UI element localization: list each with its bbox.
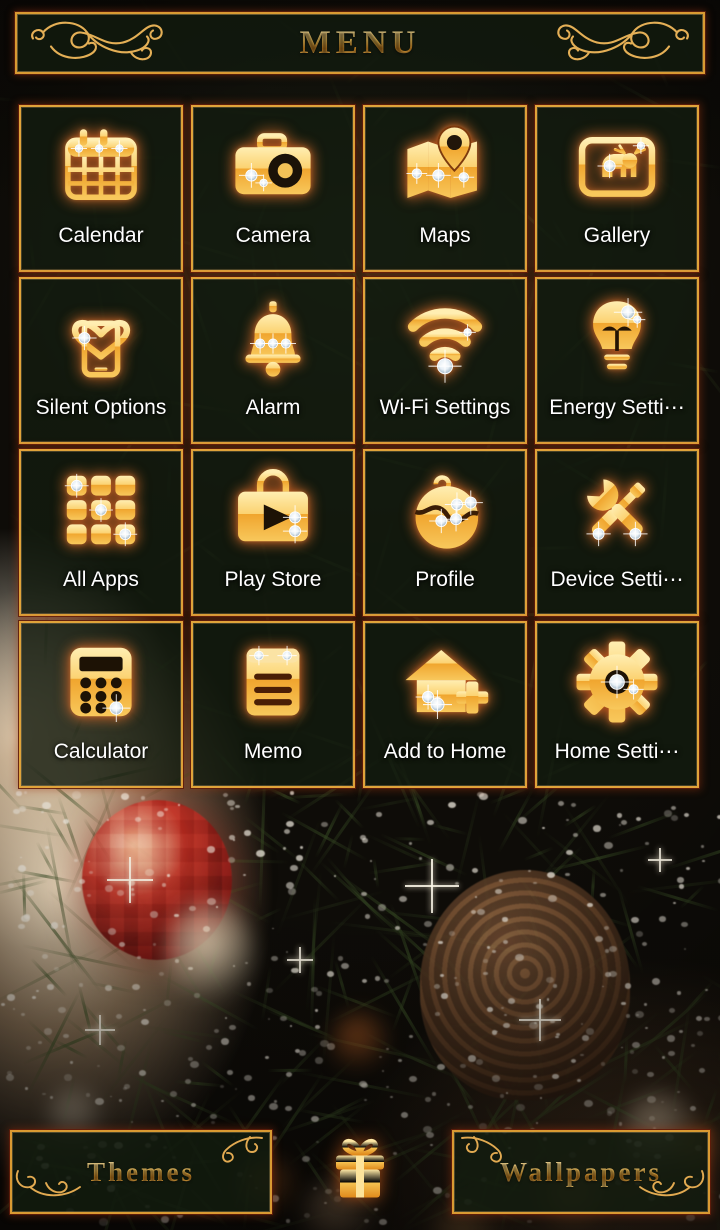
header-right-flourish-icon <box>543 17 693 70</box>
app-tile[interactable]: Play Store <box>191 449 355 616</box>
app-tile-label: Memo <box>243 740 303 763</box>
app-tile-label: Camera <box>235 224 311 247</box>
header-left-flourish-icon <box>27 17 177 70</box>
wallpapers-corner-flourish-icon-2 <box>628 1163 706 1210</box>
play-store-bag-icon <box>193 451 353 569</box>
app-tile[interactable]: Energy Setti⋯ <box>535 277 699 444</box>
wallpapers-corner-flourish-icon <box>458 1134 520 1179</box>
app-tile-label: Profile <box>415 568 475 591</box>
app-tile-label: Gallery <box>583 224 651 247</box>
app-tile[interactable]: Calculator <box>19 621 183 788</box>
app-grid: Calendar Camera Maps Gallery Silent Opti… <box>19 105 701 788</box>
app-tile-label: Energy Setti⋯ <box>549 396 685 419</box>
memo-icon <box>193 623 353 741</box>
app-tile-label: Calculator <box>53 740 149 763</box>
app-tile-label: Alarm <box>245 396 301 419</box>
gallery-reindeer-icon <box>537 107 697 225</box>
app-tile-label: Calendar <box>58 224 144 247</box>
calendar-icon <box>21 107 181 225</box>
app-grid-icon <box>21 451 181 569</box>
app-tile-label: Silent Options <box>35 396 167 419</box>
app-tile[interactable]: Memo <box>191 621 355 788</box>
menu-header-bar: MENU <box>15 12 705 74</box>
themes-button-label: Themes <box>87 1156 195 1187</box>
app-tile-label: Add to Home <box>383 740 507 763</box>
bottom-bar: Themes Wallpapers <box>0 1112 720 1230</box>
app-tile-label: All Apps <box>63 568 139 591</box>
app-tile[interactable]: All Apps <box>19 449 183 616</box>
wifi-icon <box>365 279 525 397</box>
themes-corner-flourish-icon <box>204 1134 266 1179</box>
app-tile-label: Maps <box>419 224 471 247</box>
lightbulb-icon <box>537 279 697 397</box>
tools-icon <box>537 451 697 569</box>
app-tile[interactable]: Alarm <box>191 277 355 444</box>
calculator-icon <box>21 623 181 741</box>
app-tile[interactable]: Camera <box>191 105 355 272</box>
app-tile[interactable]: Profile <box>363 449 527 616</box>
wallpapers-button[interactable]: Wallpapers <box>452 1130 710 1214</box>
gift-box-icon[interactable] <box>328 1135 392 1208</box>
camera-icon <box>193 107 353 225</box>
app-tile-label: Wi-Fi Settings <box>379 396 511 419</box>
bell-icon <box>193 279 353 397</box>
app-tile[interactable]: Calendar <box>19 105 183 272</box>
phone-heart-icon <box>21 279 181 397</box>
app-tile-label: Device Setti⋯ <box>550 568 684 591</box>
gear-icon <box>537 623 697 741</box>
app-tile[interactable]: Silent Options <box>19 277 183 444</box>
ornament-ball-icon <box>365 451 525 569</box>
page-title: MENU <box>299 24 421 61</box>
house-plus-icon <box>365 623 525 741</box>
app-tile[interactable]: Device Setti⋯ <box>535 449 699 616</box>
app-tile-label: Home Setti⋯ <box>554 740 680 763</box>
themes-corner-flourish-icon-2 <box>14 1163 92 1210</box>
themes-button[interactable]: Themes <box>10 1130 272 1214</box>
app-tile[interactable]: Wi-Fi Settings <box>363 277 527 444</box>
app-tile[interactable]: Maps <box>363 105 527 272</box>
app-tile[interactable]: Add to Home <box>363 621 527 788</box>
app-tile[interactable]: Home Setti⋯ <box>535 621 699 788</box>
app-tile-label: Play Store <box>224 568 322 591</box>
map-pin-icon <box>365 107 525 225</box>
app-tile[interactable]: Gallery <box>535 105 699 272</box>
